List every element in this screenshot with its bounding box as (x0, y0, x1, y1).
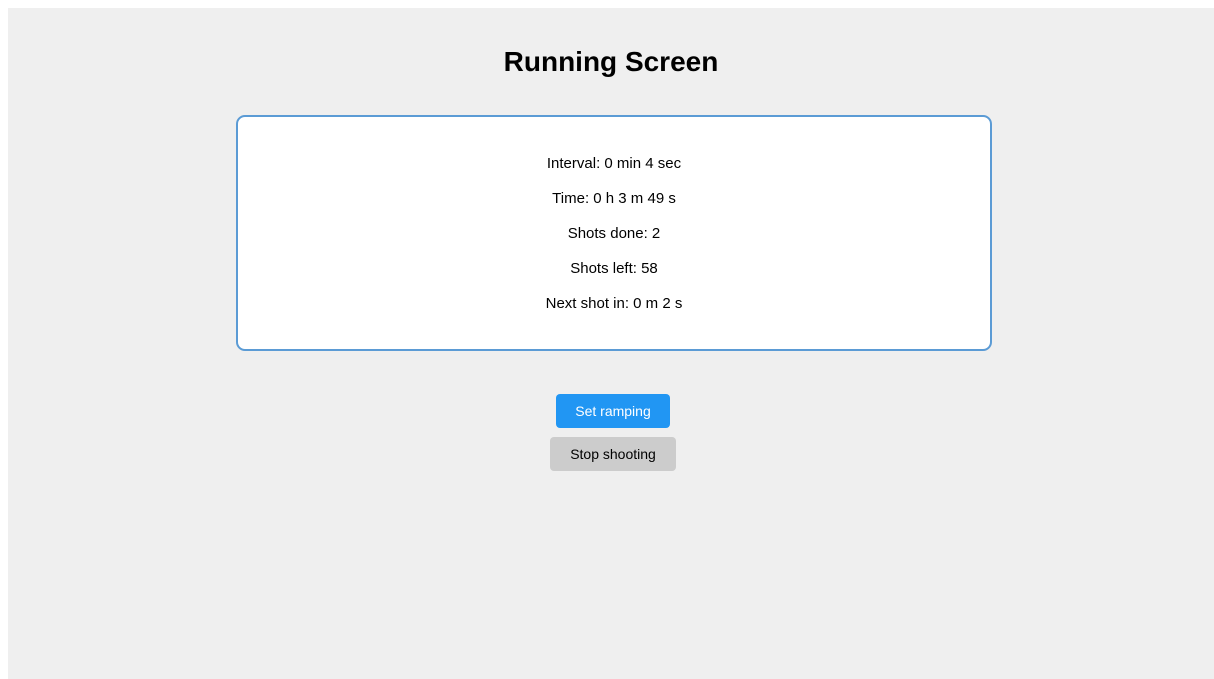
interval-text: Interval: 0 min 4 sec (546, 155, 682, 172)
elapsed-time-text: Time: 0 h 3 m 49 s (552, 190, 676, 207)
shots-done-text: Shots done: 2 (567, 225, 661, 242)
stop-shooting-button[interactable]: Stop shooting (550, 437, 676, 471)
next-shot-text: Next shot in: 0 m 2 s (545, 295, 683, 312)
shots-left-text: Shots left: 58 (570, 260, 658, 277)
status-panel: Interval: 0 min 4 sec Time: 0 h 3 m 49 s… (236, 115, 992, 351)
page-title: Running Screen (503, 46, 719, 77)
running-screen: Running Screen Interval: 0 min 4 sec Tim… (8, 8, 1214, 679)
set-ramping-button[interactable]: Set ramping (556, 394, 670, 428)
